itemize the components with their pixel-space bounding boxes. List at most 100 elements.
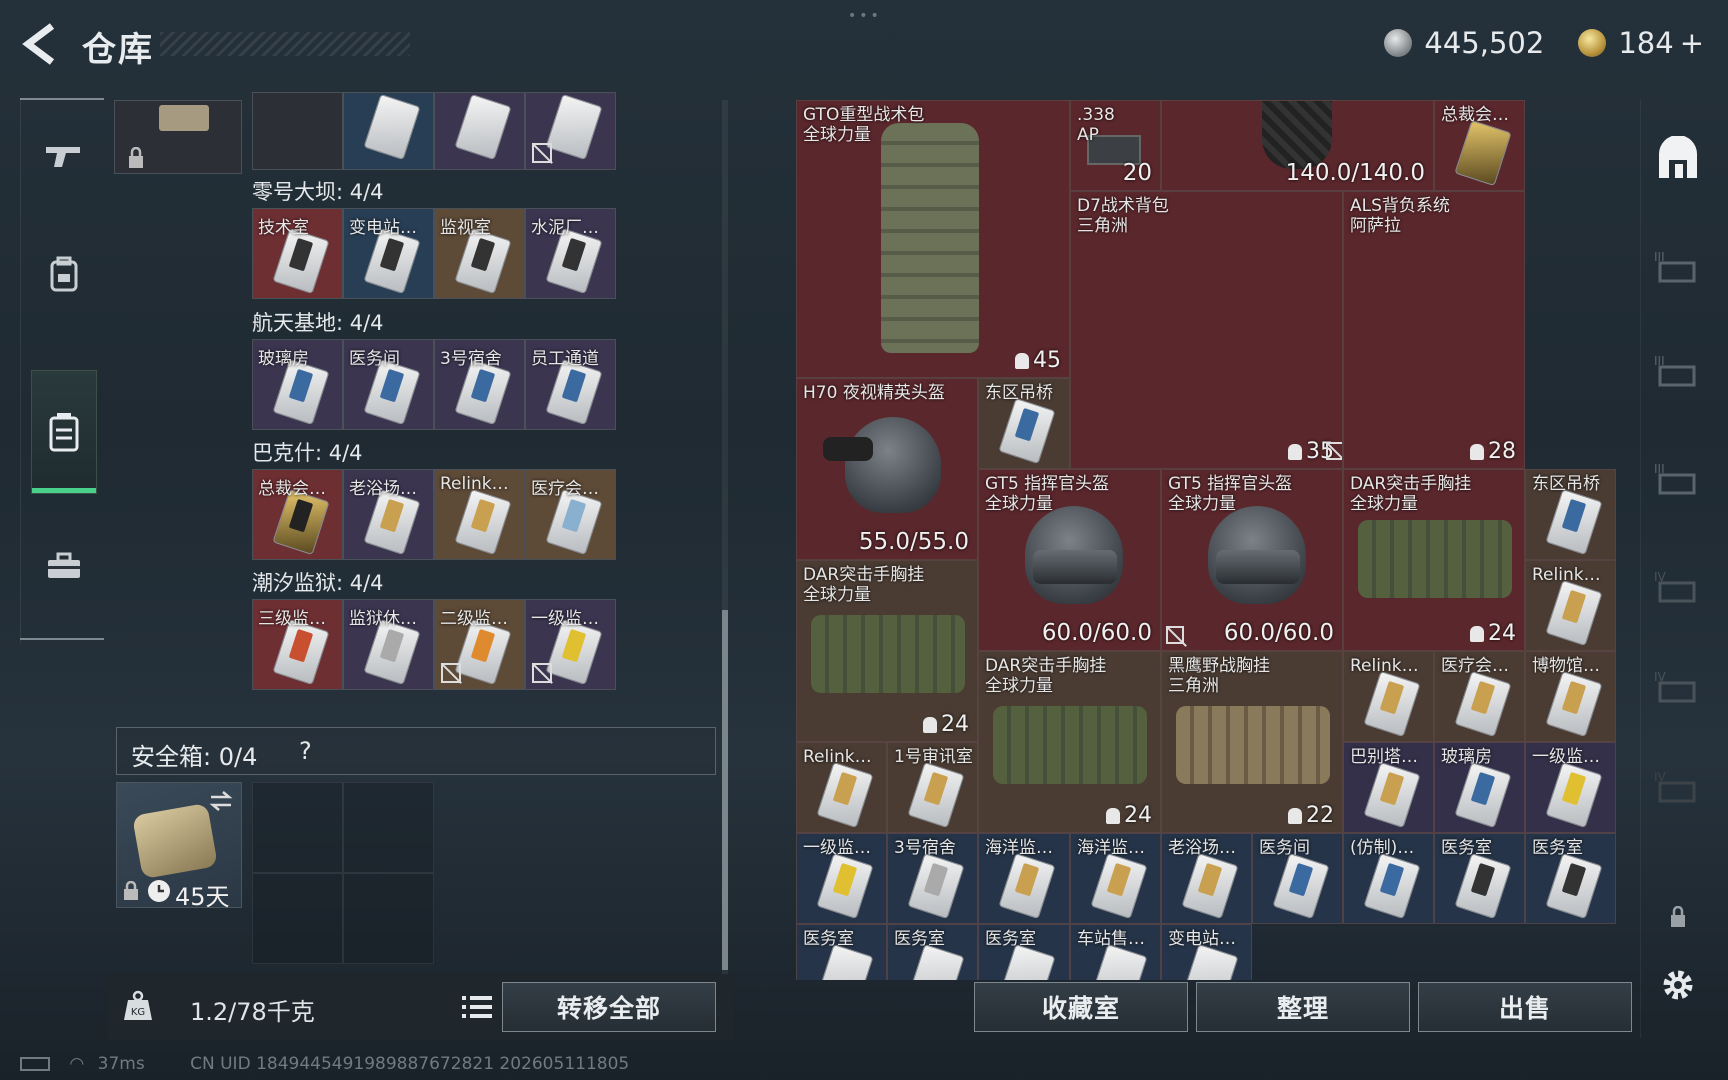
list-view-icon[interactable] — [448, 984, 506, 1030]
crate-lock-icon: IV — [1654, 570, 1696, 603]
keycard-slot[interactable]: 老浴场… — [343, 469, 434, 560]
nav-storage[interactable] — [31, 370, 97, 494]
inventory-item[interactable]: H70 夜视精英头盔 55.0/55.0 — [796, 378, 978, 560]
ping-value: 37ms — [97, 1054, 145, 1074]
sort-button[interactable]: 整理 — [1196, 982, 1410, 1032]
inventory-item[interactable]: 一级监… — [1525, 742, 1616, 833]
inventory-item[interactable]: 140.0/140.0 — [1161, 100, 1434, 191]
keycard-slot[interactable]: 三级监… — [252, 599, 343, 690]
transfer-all-button[interactable]: 转移全部 — [502, 982, 716, 1032]
lock-toggle[interactable] — [1651, 890, 1705, 944]
nav-divider — [20, 638, 104, 640]
safebox-slot[interactable] — [343, 873, 434, 964]
inventory-item[interactable]: Relink… — [1343, 651, 1434, 742]
safebox-slot[interactable] — [252, 873, 343, 964]
inventory-item[interactable]: 车站售… — [1070, 924, 1161, 980]
inventory-item[interactable]: DAR突击手胸挂 全球力量 24 — [978, 651, 1161, 833]
vest-icon — [1106, 807, 1120, 824]
expansion-slot-3c[interactable]: III — [1651, 452, 1705, 506]
item-slot[interactable] — [434, 92, 525, 170]
inventory-item[interactable]: 东区吊桥 — [978, 378, 1070, 469]
crate-lock-icon: III — [1654, 354, 1696, 387]
keycard-slot[interactable]: 技术室 — [252, 208, 343, 299]
keycard-slot[interactable]: Relink… — [434, 469, 525, 560]
inventory-item[interactable]: GT5 指挥官头盔 全球力量 60.0/60.0 — [978, 469, 1161, 651]
gold-amount: 184 — [1618, 26, 1674, 60]
expansion-slot-4[interactable]: IV — [1651, 560, 1705, 614]
keycard-slot[interactable]: 监视室 — [434, 208, 525, 299]
safebox-help-button[interactable]: ? — [299, 737, 312, 765]
backpack-icon — [50, 256, 78, 292]
nav-toolbox[interactable] — [31, 534, 97, 598]
keycard-slot[interactable]: 水泥厂… — [525, 208, 616, 299]
safebox-item[interactable]: 45天 — [116, 782, 242, 911]
nav-backpack[interactable] — [31, 242, 97, 306]
swap-icon[interactable] — [207, 789, 235, 813]
inventory-item[interactable]: DAR突击手胸挂 全球力量 24 — [796, 560, 978, 742]
inventory-item[interactable]: DAR突击手胸挂 全球力量 24 — [1343, 469, 1525, 651]
inventory-item[interactable]: .338 AP 20 — [1070, 100, 1161, 191]
keycard-slot[interactable]: 玻璃房 — [252, 339, 343, 430]
inventory-item[interactable]: Relink… — [796, 742, 887, 833]
inventory-item[interactable]: D7战术背包 三角洲 35 — [1070, 191, 1343, 469]
inventory-item[interactable]: 医务室 — [1525, 833, 1616, 924]
keycard-slot[interactable]: 变电站… — [343, 208, 434, 299]
inventory-item[interactable]: 医务室 — [1434, 833, 1525, 924]
inventory-item[interactable]: ALS背负系统 阿萨拉 28 — [1343, 191, 1525, 469]
inventory-item[interactable]: 变电站… — [1161, 924, 1252, 980]
inventory-item[interactable]: 巴别塔… — [1343, 742, 1434, 833]
inventory-item[interactable]: 海洋监… — [978, 833, 1070, 924]
inventory-item[interactable]: 3号宿舍 — [887, 833, 978, 924]
keycard-slot[interactable]: 监狱休… — [343, 599, 434, 690]
inventory-item[interactable]: Relink… — [1525, 560, 1616, 651]
expansion-slot-3b[interactable]: III — [1651, 344, 1705, 398]
inventory-item[interactable]: 博物馆… — [1525, 651, 1616, 742]
keycard-slot[interactable]: 总裁会… — [252, 469, 343, 560]
weight-icon: KG — [124, 990, 152, 1020]
back-arrow-icon[interactable] — [20, 22, 60, 66]
inventory-item[interactable]: 医务室 — [796, 924, 887, 980]
keycard-slot[interactable]: 员工通道 — [525, 339, 616, 430]
inventory-item[interactable]: 老浴场… — [1161, 833, 1252, 924]
inventory-item[interactable]: 海洋监… — [1070, 833, 1161, 924]
sell-button[interactable]: 出售 — [1418, 982, 1632, 1032]
safebox-slot[interactable] — [343, 782, 434, 873]
capacity-badge: 28 — [1470, 439, 1516, 464]
nav-weapons[interactable] — [31, 124, 97, 188]
inventory-item[interactable]: 医疗会… — [1434, 651, 1525, 742]
safebox-slot[interactable] — [252, 782, 343, 873]
inventory-item[interactable]: GTO重型战术包 全球力量 45 — [796, 100, 1070, 378]
warehouse-tab[interactable] — [1651, 132, 1705, 186]
keycard-slot[interactable]: 3号宿舍 — [434, 339, 525, 430]
item-slot[interactable] — [252, 92, 343, 170]
keycard-slot[interactable]: 二级监… — [434, 599, 525, 690]
expansion-slot-4b[interactable]: IV — [1651, 660, 1705, 714]
no-trade-icon — [532, 663, 552, 683]
inventory-item[interactable]: (仿制)… — [1343, 833, 1434, 924]
inventory-item[interactable]: 医务室 — [978, 924, 1070, 980]
inventory-item[interactable]: 医务室 — [887, 924, 978, 980]
keycard-slot[interactable]: 一级监… — [525, 599, 616, 690]
inventory-item[interactable]: 总裁会… — [1434, 100, 1525, 191]
keycard-slot[interactable]: 医疗会… — [525, 469, 616, 560]
keycard-slot[interactable]: 医务间 — [343, 339, 434, 430]
inventory-item[interactable]: GT5 指挥官头盔 全球力量 60.0/60.0 — [1161, 469, 1343, 651]
inventory-item[interactable]: 医务间 — [1252, 833, 1343, 924]
capacity-badge: 22 — [1288, 803, 1334, 828]
item-slot[interactable] — [525, 92, 616, 170]
inventory-item[interactable]: 1号审讯室 — [887, 742, 978, 833]
expansion-slot-4c[interactable]: IV — [1651, 760, 1705, 814]
add-gold-button[interactable]: + — [1680, 26, 1704, 60]
top-bar: ••• 仓库 445,502 184 + — [0, 0, 1728, 90]
inventory-item[interactable]: 玻璃房 — [1434, 742, 1525, 833]
storage-scroll-thumb[interactable] — [722, 610, 728, 970]
inventory-item[interactable]: 黑鹰野战胸挂 三角洲 22 — [1161, 651, 1343, 833]
collection-room-button[interactable]: 收藏室 — [974, 982, 1188, 1032]
inventory-item[interactable]: 一级监… — [796, 833, 887, 924]
inventory-item[interactable]: 东区吊桥 — [1525, 469, 1616, 560]
settings-button[interactable] — [1651, 958, 1705, 1012]
clock-icon — [148, 880, 170, 902]
item-slot[interactable] — [114, 100, 242, 174]
item-slot[interactable] — [343, 92, 434, 170]
expansion-slot-3[interactable]: III — [1651, 240, 1705, 294]
